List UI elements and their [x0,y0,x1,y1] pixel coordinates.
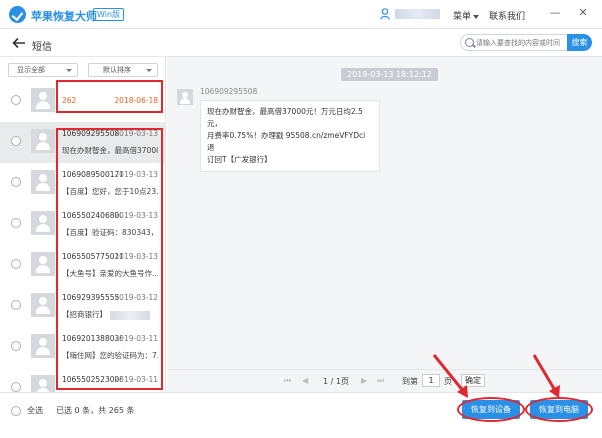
conversation-panel: 2019-03-13 18:12:12 106909295508 现在办财智金，… [167,57,602,392]
message-snippet: 【招商银行】 [62,309,158,320]
search-input[interactable] [476,37,566,49]
contact-avatar-icon [31,129,55,153]
pagination: ⏮ ◀ 1 / 1页 ▶ ⏭ 到第 1 页 确定 [167,369,602,391]
message-date: 2018-06-18 [114,96,158,105]
menu-button[interactable]: 菜单 [453,9,480,22]
search-icon [465,38,474,47]
contact-avatar-icon [31,375,55,392]
select-radio[interactable] [11,259,21,269]
message-line: 订回T【广发银行】 [207,155,272,164]
bottom-bar: 全选 已选 0 条，共 265 条 恢复到设备 恢复到电脑 [0,392,602,438]
show-filter-label: 显示全部 [17,66,45,74]
message-snippet: 【百度】您好，您于10点23... [62,187,158,196]
blurred-text [110,311,150,320]
page-header: 短信 搜索 [0,29,602,57]
sort-label: 默认排序 [103,66,131,74]
message-list: 262 2018-06-18 106909295508 2019-03-13 现… [0,81,165,392]
goto-suffix: 页 [444,377,452,386]
select-radio[interactable] [11,382,21,392]
list-item[interactable]: 1069201388038... 2019-03-11 【嗨住网】您的验证码为：… [0,327,165,368]
next-page-button[interactable]: ▶ [361,376,367,385]
menu-label: 菜单 [453,12,472,22]
title-bar: 苹果恢复大师 Win版 菜单 联系我们 — ✕ [0,0,602,29]
sender-number: 262 [62,96,77,105]
message-list-panel: 显示全部 默认排序 262 2018-06-18 106909295508 20… [0,57,166,392]
selection-count: 已选 0 条，共 265 条 [56,406,135,415]
message-date: 2019-03-13 [114,129,158,138]
select-radio[interactable] [11,341,21,351]
win-badge: Win版 [93,8,125,21]
sender-number: 1065505775011... [62,252,122,261]
chevron-down-icon [146,69,152,72]
goto-confirm-button[interactable]: 确定 [461,374,485,387]
conversation-timestamp: 2019-03-13 18:12:12 [341,68,438,81]
conversation-sender: 106909295508 [200,87,258,96]
select-all-label[interactable]: 全选 [27,405,43,416]
list-item[interactable]: 1065502523008... 2019-03-11 [0,368,165,392]
message-bubble: 现在办财智金，最高借37000元！万元日均2.5元， 月费率0.75%！办理戳 … [200,100,380,172]
select-radio[interactable] [11,136,21,146]
list-item[interactable]: 1065505775011... 2019-03-13 【大鱼号】亲爱的大鱼号作… [0,245,165,286]
close-button[interactable]: ✕ [577,7,589,19]
sender-number: 106909295508 [62,129,120,138]
user-name-blurred[interactable] [395,9,440,19]
message-snippet: 【大鱼号】亲爱的大鱼号作... [62,269,158,278]
chevron-down-icon [473,14,480,19]
message-date: 2019-03-12 [114,293,158,302]
user-icon[interactable] [380,8,390,20]
list-item[interactable]: 1069089500171... 2019-03-13 【百度】您好，您于10点… [0,163,165,204]
last-page-button[interactable]: ⏭ [377,376,384,386]
message-snippet: 【百度】验证码：830343，... [62,228,158,237]
snippet-text: 【招商银行】 [62,310,107,319]
sender-number: 1069089500171... [62,170,122,179]
restore-to-computer-button[interactable]: 恢复到电脑 [530,400,588,419]
search-button[interactable]: 搜索 [567,34,592,51]
minimize-button[interactable]: — [549,7,561,19]
sender-number: 1065502523008... [62,375,122,384]
restore-to-device-button[interactable]: 恢复到设备 [462,400,520,419]
sender-number: 106929395555 [62,293,120,302]
page-title: 短信 [32,42,52,53]
list-item[interactable]: 1065502406800... 2019-03-13 【百度】验证码：8303… [0,204,165,245]
message-snippet: 【嗨住网】您的验证码为：7... [62,351,158,360]
select-radio[interactable] [11,177,21,187]
select-radio[interactable] [11,95,21,105]
message-snippet: 现在办财智金，最高借37000... [62,146,158,155]
app-logo-icon [9,6,26,23]
sort-select[interactable]: 默认排序 [88,63,158,77]
prev-page-button[interactable]: ◀ [302,376,308,385]
contact-avatar-icon [31,170,55,194]
contact-us-link[interactable]: 联系我们 [489,9,525,22]
list-item[interactable]: 106929395555 2019-03-12 【招商银行】 [0,286,165,327]
list-item[interactable]: 262 2018-06-18 [0,81,165,122]
back-arrow-icon[interactable] [12,37,26,49]
message-date: 2019-03-11 [114,334,158,343]
sender-number: 1069201388038... [62,334,122,343]
chevron-down-icon [66,69,72,72]
message-date: 2019-03-13 [114,170,158,179]
message-date: 2019-03-13 [114,211,158,220]
goto-prefix: 到第 [402,377,418,386]
contact-avatar-icon [31,252,55,276]
select-all-radio[interactable] [11,406,21,416]
message-date: 2019-03-11 [114,375,158,384]
list-item[interactable]: 106909295508 2019-03-13 现在办财智金，最高借37000.… [0,122,165,163]
app-title: 苹果恢复大师 [31,10,97,23]
contact-avatar-icon [31,88,55,112]
contact-avatar-icon [31,334,55,358]
sender-avatar-icon [177,89,193,105]
select-radio[interactable] [11,218,21,228]
first-page-button[interactable]: ⏮ [284,376,291,386]
contact-avatar-icon [31,293,55,317]
select-radio[interactable] [11,300,21,310]
search-field[interactable] [460,34,568,51]
message-line: 月费率0.75%！办理戳 95508.cn/zmeVFYDci 退 [207,131,366,152]
page-indicator: 1 / 1页 [323,377,349,386]
message-date: 2019-03-13 [114,252,158,261]
goto-page-input[interactable]: 1 [422,374,440,387]
message-line: 现在办财智金，最高借37000元！万元日均2.5元， [207,107,363,128]
contact-avatar-icon [31,211,55,235]
sender-number: 1065502406800... [62,211,122,220]
show-filter-select[interactable]: 显示全部 [8,63,78,77]
